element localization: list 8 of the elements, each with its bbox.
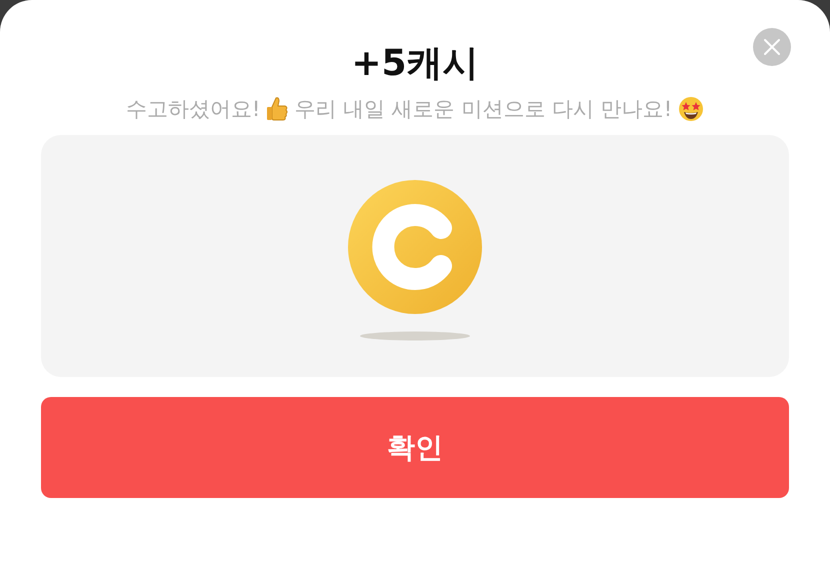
reward-title: +5캐시 xyxy=(351,42,479,86)
close-button[interactable] xyxy=(753,28,791,66)
close-icon xyxy=(763,38,781,56)
star-eyes-face-icon xyxy=(678,96,704,122)
thumbs-up-icon xyxy=(266,96,288,122)
subtitle-text: 우리 내일 새로운 미션으로 다시 만나요! xyxy=(294,96,672,123)
subtitle-text: 수고하셨어요! xyxy=(126,96,260,123)
confirm-button[interactable]: 확인 xyxy=(41,397,789,498)
